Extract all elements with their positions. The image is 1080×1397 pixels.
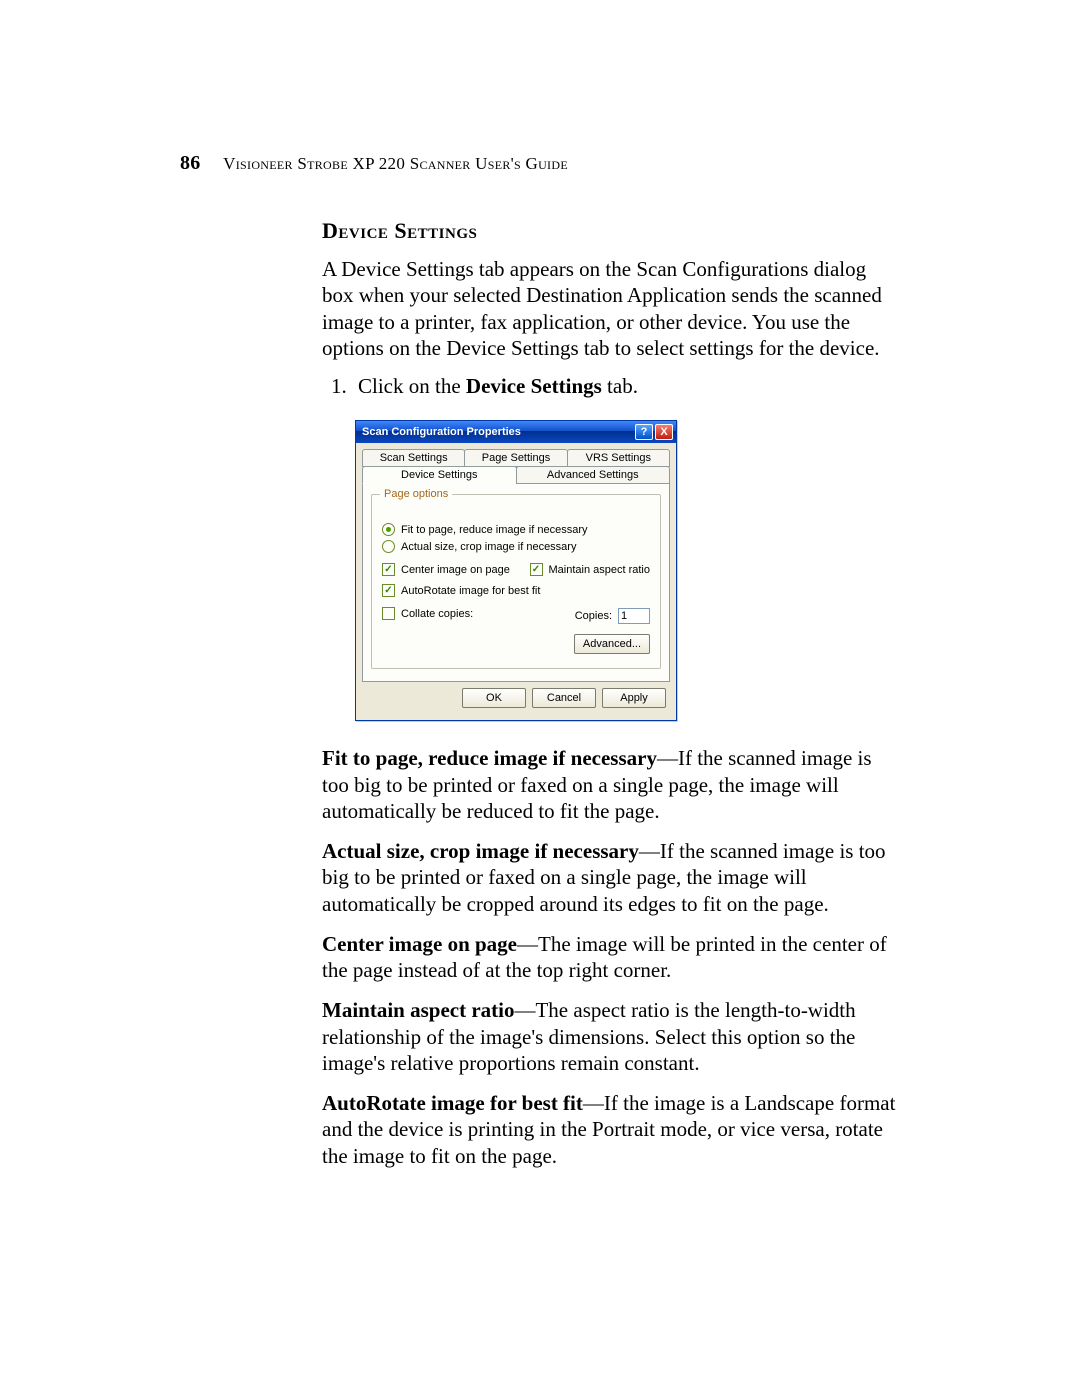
radio-icon: [382, 523, 395, 536]
copies-input[interactable]: [618, 608, 650, 624]
checkbox-maintain-aspect[interactable]: Maintain aspect ratio: [530, 563, 651, 576]
radio-actual-size[interactable]: Actual size, crop image if necessary: [382, 540, 650, 553]
checkbox-label: Maintain aspect ratio: [549, 564, 651, 576]
step-text-bold: Device Settings: [466, 374, 602, 398]
checkbox-icon: [382, 607, 395, 620]
copies-field-row: Copies:: [575, 608, 650, 624]
desc-term: AutoRotate image for best fit: [322, 1091, 583, 1115]
desc-fit: Fit to page, reduce image if necessary—I…: [322, 745, 900, 824]
step-item: Click on the Device Settings tab.: [352, 373, 900, 399]
checkbox-label: Collate copies:: [401, 608, 473, 620]
option-descriptions: Fit to page, reduce image if necessary—I…: [322, 745, 900, 1169]
checkbox-icon: [382, 563, 395, 576]
desc-term: Maintain aspect ratio: [322, 998, 514, 1022]
tab-panel: Page options Fit to page, reduce image i…: [362, 483, 670, 682]
numbered-steps: Click on the Device Settings tab.: [322, 373, 900, 399]
help-icon[interactable]: ?: [635, 424, 653, 440]
groupbox-legend: Page options: [380, 488, 452, 500]
advanced-button[interactable]: Advanced...: [574, 634, 650, 654]
tab-vrs-settings[interactable]: VRS Settings: [567, 449, 670, 467]
dialog-titlebar[interactable]: Scan Configuration Properties ? X: [356, 421, 676, 443]
radio-icon: [382, 540, 395, 553]
tab-device-settings[interactable]: Device Settings: [362, 466, 517, 484]
page-options-group: Page options Fit to page, reduce image i…: [371, 494, 661, 669]
checkbox-collate-copies[interactable]: Collate copies:: [382, 607, 473, 620]
desc-term: Fit to page, reduce image if necessary: [322, 746, 657, 770]
tab-advanced-settings[interactable]: Advanced Settings: [516, 466, 671, 484]
checkbox-center-image[interactable]: Center image on page: [382, 563, 510, 576]
radio-label: Actual size, crop image if necessary: [401, 541, 576, 553]
running-title: Visioneer Strobe XP 220 Scanner User's G…: [223, 154, 568, 173]
checkbox-label: AutoRotate image for best fit: [401, 585, 540, 597]
close-icon[interactable]: X: [655, 424, 673, 440]
step-text-prefix: Click on the: [358, 374, 466, 398]
desc-term: Center image on page: [322, 932, 517, 956]
radio-label: Fit to page, reduce image if necessary: [401, 524, 587, 536]
apply-button[interactable]: Apply: [602, 688, 666, 708]
copies-label: Copies:: [575, 610, 612, 622]
desc-term: Actual size, crop image if necessary: [322, 839, 639, 863]
desc-aspect: Maintain aspect ratio—The aspect ratio i…: [322, 997, 900, 1076]
tab-page-settings[interactable]: Page Settings: [464, 449, 567, 467]
intro-paragraph: A Device Settings tab appears on the Sca…: [322, 256, 900, 361]
ok-button[interactable]: OK: [462, 688, 526, 708]
tab-row-back: Scan Settings Page Settings VRS Settings: [362, 449, 670, 467]
desc-center: Center image on page—The image will be p…: [322, 931, 900, 984]
running-header: 86 Visioneer Strobe XP 220 Scanner User'…: [180, 152, 900, 175]
desc-rotate: AutoRotate image for best fit—If the ima…: [322, 1090, 900, 1169]
dialog-client-area: Scan Settings Page Settings VRS Settings…: [356, 443, 676, 720]
tab-scan-settings[interactable]: Scan Settings: [362, 449, 465, 467]
checkbox-icon: [530, 563, 543, 576]
section-heading: Device Settings: [322, 218, 900, 244]
embedded-screenshot: Scan Configuration Properties ? X Scan S…: [355, 420, 900, 721]
document-page: 86 Visioneer Strobe XP 220 Scanner User'…: [0, 0, 1080, 1397]
step-text-suffix: tab.: [602, 374, 638, 398]
cancel-button[interactable]: Cancel: [532, 688, 596, 708]
checkbox-icon: [382, 584, 395, 597]
checkbox-autorotate[interactable]: AutoRotate image for best fit: [382, 584, 650, 597]
dialog-title: Scan Configuration Properties: [362, 426, 521, 438]
checkbox-label: Center image on page: [401, 564, 510, 576]
dialog-button-row: OK Cancel Apply: [362, 682, 670, 712]
section-intro: A Device Settings tab appears on the Sca…: [322, 256, 900, 361]
dialog-window: Scan Configuration Properties ? X Scan S…: [355, 420, 677, 721]
page-number: 86: [180, 152, 201, 175]
desc-actual: Actual size, crop image if necessary—If …: [322, 838, 900, 917]
radio-fit-to-page[interactable]: Fit to page, reduce image if necessary: [382, 523, 650, 536]
tab-row-front: Device Settings Advanced Settings: [362, 466, 670, 484]
